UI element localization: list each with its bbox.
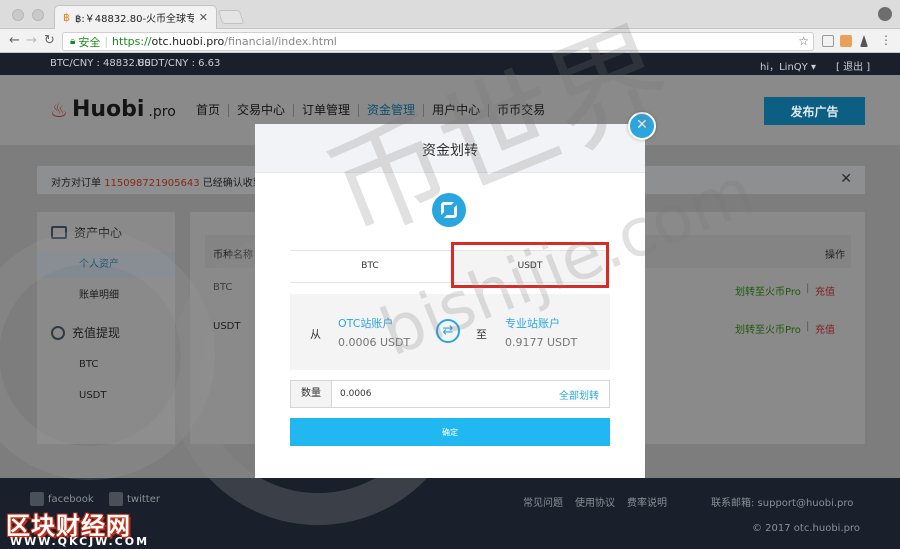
col-operation: 操作	[825, 250, 845, 261]
window-close-dot[interactable]	[12, 9, 24, 21]
footer-fees-link[interactable]: 费率说明	[627, 494, 667, 509]
logo-suffix: .pro	[148, 104, 176, 120]
from-label: 从	[310, 328, 321, 341]
tab-close-icon[interactable]: ✕	[199, 11, 208, 24]
confirm-button[interactable]: 确定	[290, 418, 610, 446]
footer-copyright: © 2017 otc.huobi.pro	[752, 523, 860, 534]
brand-watermark-url: WWW.QKCJW.COM	[10, 535, 150, 548]
facebook-label: facebook	[48, 493, 94, 505]
action-separator: |	[806, 321, 810, 332]
new-tab-button[interactable]	[217, 10, 245, 24]
forward-icon[interactable]: →	[26, 33, 37, 48]
bookmark-star-icon[interactable]: ☆	[798, 34, 809, 48]
lock-icon: 🔒︎	[70, 36, 76, 47]
quantity-label: 数量	[291, 381, 332, 407]
footer-terms-link[interactable]: 使用协议	[575, 494, 615, 509]
logout-link[interactable]: [ 退出 ]	[836, 58, 870, 73]
twitter-icon	[109, 492, 123, 506]
url-path: /financial/index.html	[224, 35, 337, 48]
browser-tab[interactable]: ฿ ฿:￥48832.80-火币全球专业站 ✕	[54, 5, 217, 29]
facebook-icon	[30, 492, 44, 506]
transfer-all-link[interactable]: 全部划转	[559, 387, 599, 402]
row-btc-deposit-link[interactable]: 充值	[815, 283, 835, 298]
to-account-balance: 0.9177 USDT	[505, 336, 578, 349]
nav-trade-center[interactable]: 交易中心	[229, 104, 295, 117]
publish-ad-button[interactable]: 发布广告	[764, 97, 865, 125]
bitcoin-favicon-icon: ฿	[63, 11, 70, 24]
row-usdt-transfer-link[interactable]: 划转至火币Pro	[735, 321, 801, 336]
notice-close-icon[interactable]: ✕	[840, 171, 852, 187]
nav-home[interactable]: 首页	[188, 104, 230, 117]
notice-text: 对方对订单 115098721905643 已经确认收到货	[51, 174, 273, 189]
huobi-logo[interactable]: ♨ Huobi .pro	[50, 97, 176, 122]
btc-cny-rate: BTC/CNY : 48832.80	[50, 58, 151, 69]
url-separator: |	[104, 35, 109, 48]
url-field[interactable]: 🔒︎ 安全 | https:// otc.huobi.pro /financia…	[62, 32, 814, 51]
reload-icon[interactable]: ↻	[44, 33, 55, 48]
tab-title: ฿:￥48832.80-火币全球专业站	[75, 14, 194, 25]
notice-prefix: 对方对订单	[51, 178, 105, 189]
url-scheme: https://	[112, 35, 152, 48]
back-icon[interactable]: ←	[9, 33, 20, 48]
window-minimize-dot[interactable]	[32, 9, 44, 21]
notice-order-id[interactable]: 115098721905643	[104, 178, 199, 189]
row-usdt-deposit-link[interactable]: 充值	[815, 321, 835, 336]
twitter-label: twitter	[127, 493, 160, 505]
action-separator: |	[806, 283, 810, 294]
facebook-link[interactable]: facebook	[30, 492, 94, 506]
footer-faq-link[interactable]: 常见问题	[523, 494, 563, 509]
row-btc-transfer-link[interactable]: 划转至火币Pro	[735, 283, 801, 298]
secure-label: 安全	[78, 35, 101, 49]
user-menu[interactable]: hi，LinQY ▾	[760, 58, 816, 73]
footer-links: 常见问题 使用协议 费率说明	[523, 494, 667, 509]
extension-jk-icon[interactable]	[840, 35, 852, 47]
footer-contact: 联系邮箱: support@huobi.pro	[711, 498, 854, 509]
url-host: otc.huobi.pro	[151, 35, 225, 48]
quantity-input[interactable]	[340, 386, 520, 402]
browser-tab-bar: ฿ ฿:￥48832.80-火币全球专业站 ✕	[0, 0, 900, 29]
twitter-link[interactable]: twitter	[109, 492, 160, 506]
extension-ethereum-icon[interactable]	[860, 35, 868, 47]
extension-reader-icon[interactable]	[822, 35, 834, 47]
profile-icon[interactable]	[878, 7, 892, 21]
browser-menu-icon[interactable]: ⋮	[880, 33, 892, 47]
logo-text: Huobi	[71, 97, 145, 122]
quantity-row: 数量 全部划转	[290, 380, 610, 408]
usdt-cny-rate: USDT/CNY : 6.63	[137, 58, 221, 69]
flame-icon: ♨	[50, 97, 68, 122]
